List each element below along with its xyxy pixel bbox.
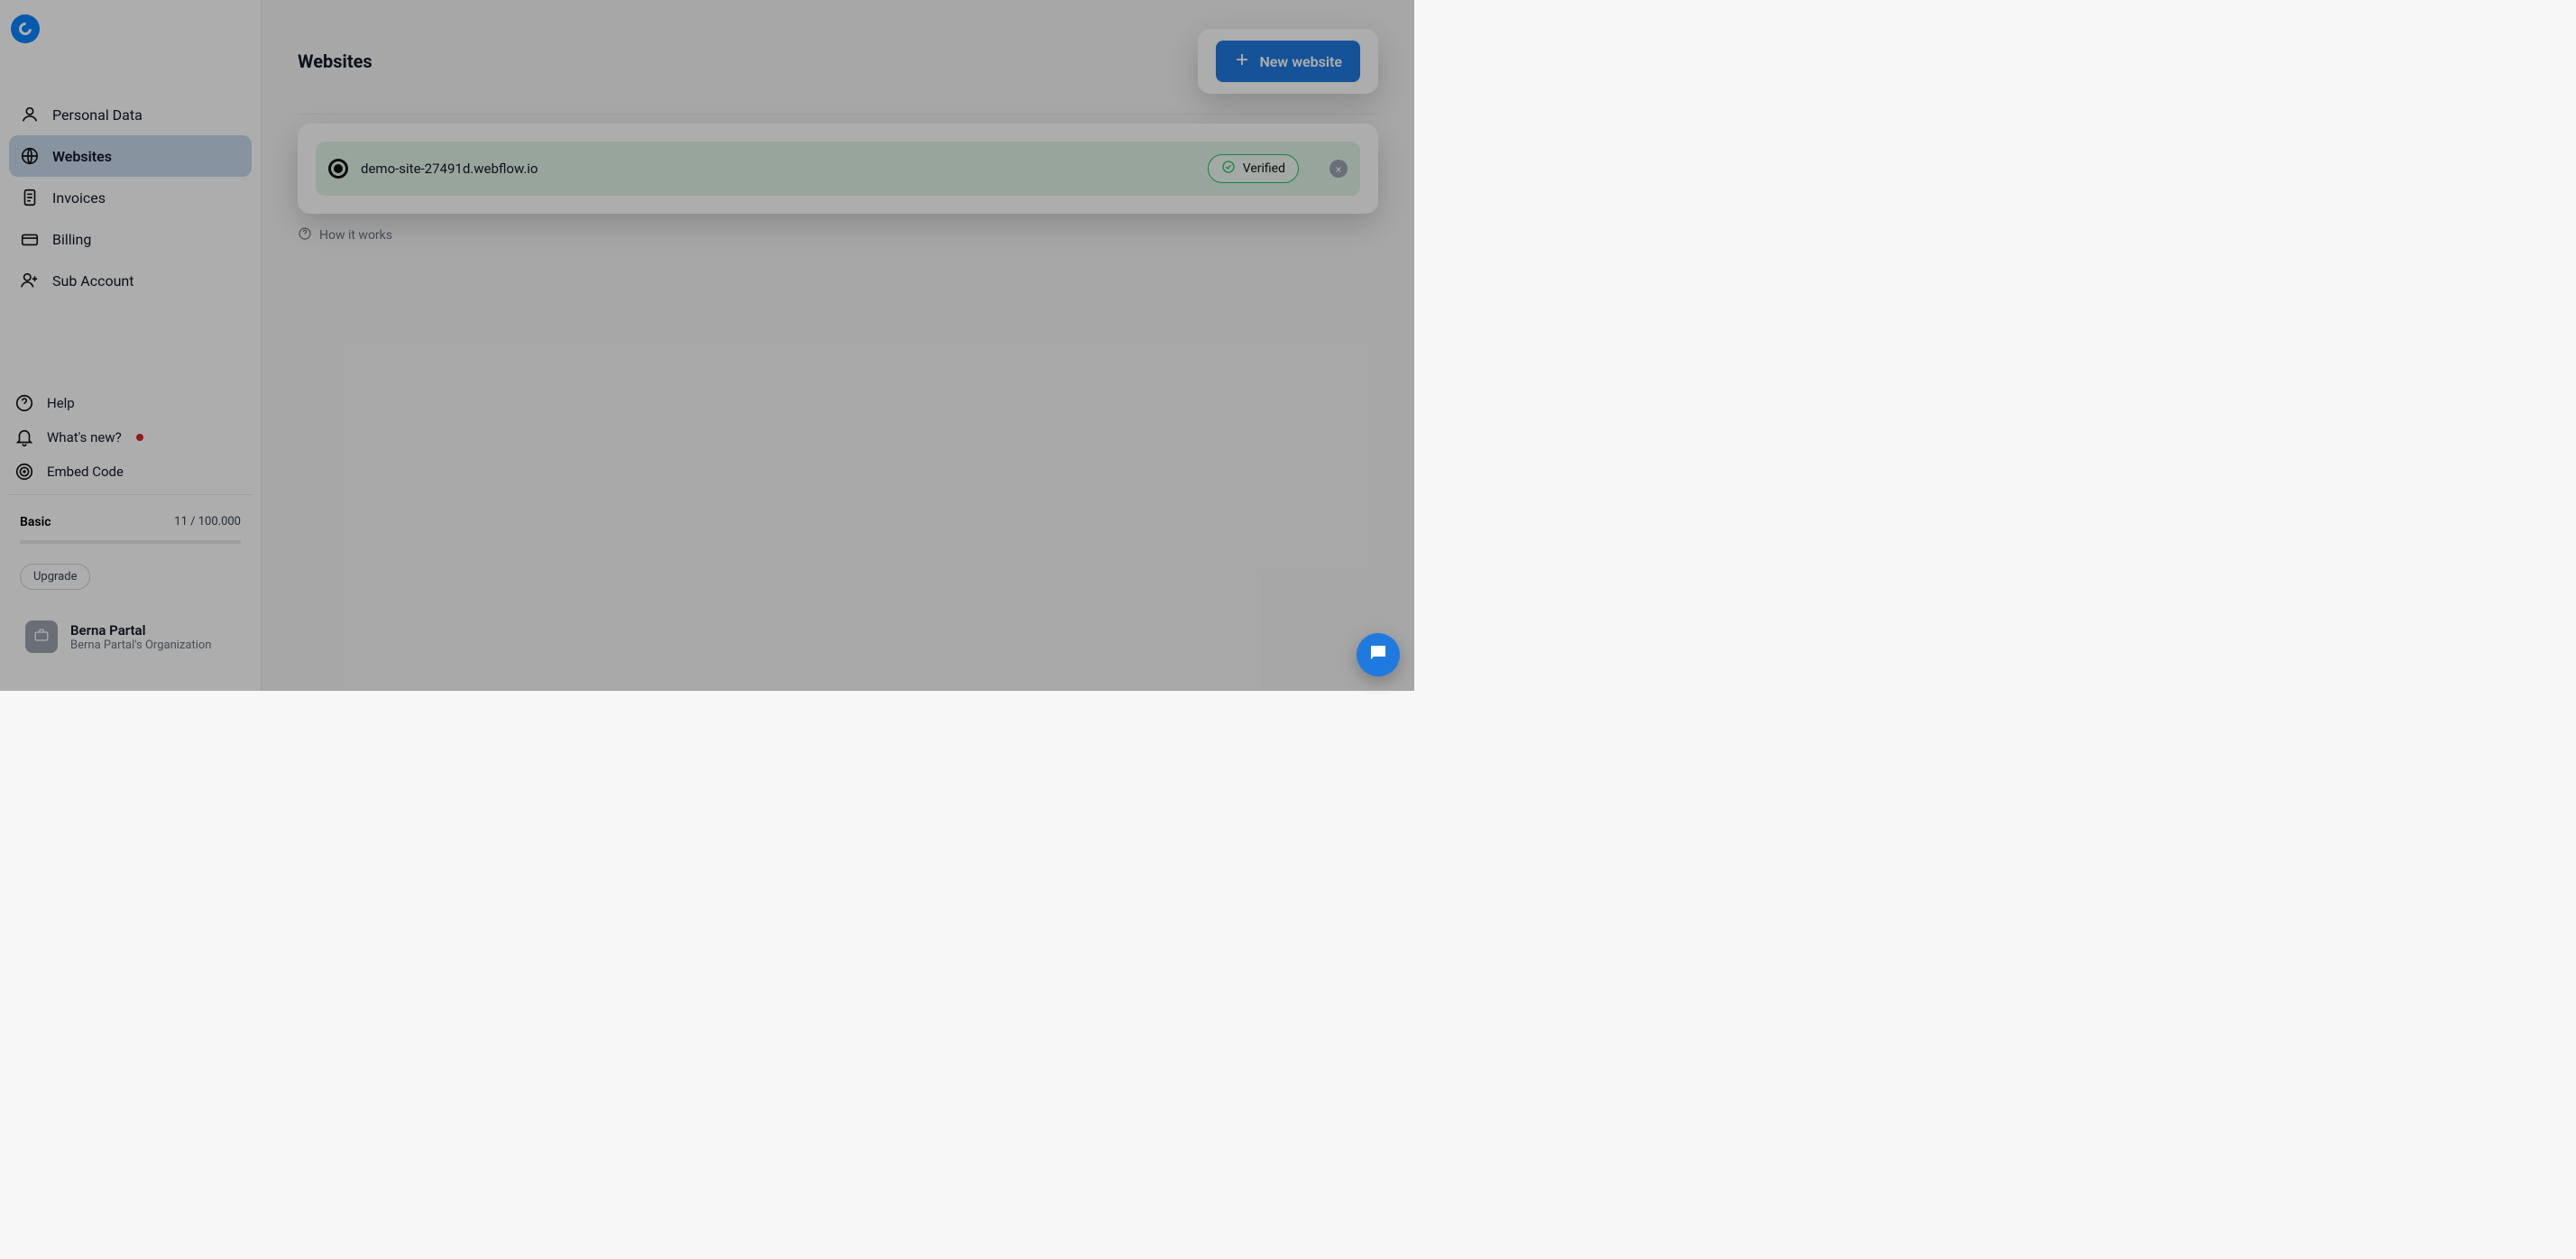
bell-icon [14,427,34,447]
main-header: Websites New website [298,29,1378,115]
help-icon [298,226,312,244]
main: Websites New website demo-site-27491d.we… [262,0,1414,691]
website-row[interactable]: demo-site-27491d.webflow.io Verified [316,142,1360,196]
plan-name: Basic [20,515,51,529]
nav-label: Embed Code [47,464,124,480]
nav-label: What's new? [47,429,122,446]
briefcase-icon [33,627,50,647]
user-name: Berna Partal [70,622,211,639]
usage-bar [20,540,241,544]
nav-label: Help [47,395,75,411]
nav-help[interactable]: Help [9,386,252,420]
nav-label: Websites [52,148,112,165]
upgrade-button[interactable]: Upgrade [20,564,90,590]
page-title: Websites [298,51,373,72]
globe-icon [328,159,348,179]
help-icon [14,393,34,413]
plan-usage: 11 / 100.000 [174,515,241,529]
person-add-icon [20,271,40,290]
nav-embed-code[interactable]: Embed Code [9,455,252,489]
user-org: Berna Partal's Organization [70,639,211,652]
website-card: demo-site-27491d.webflow.io Verified [298,124,1378,214]
button-label: New website [1259,53,1342,70]
user-block[interactable]: Berna Partal Berna Partal's Organization [9,601,252,673]
close-icon [1334,161,1343,178]
nav-personal-data[interactable]: Personal Data [9,94,252,135]
nav-label: Sub Account [52,272,133,289]
sidebar: Personal Data Websites Invoices Billing … [0,0,262,691]
plan-block: Basic 11 / 100.000 Upgrade [9,501,252,601]
nav-label: Invoices [52,189,106,207]
avatar [25,620,58,653]
website-url: demo-site-27491d.webflow.io [361,161,1195,177]
document-icon [20,188,40,207]
link-label: How it works [319,228,392,243]
check-circle-icon [1221,160,1236,178]
status-label: Verified [1243,161,1285,176]
nav-billing[interactable]: Billing [9,218,252,260]
person-icon [20,105,40,124]
new-website-highlight: New website [1198,29,1378,94]
delete-website-button[interactable] [1329,160,1348,178]
status-badge: Verified [1208,154,1299,183]
chat-icon [1367,642,1389,667]
globe-icon [20,146,40,166]
nav-invoices[interactable]: Invoices [9,177,252,218]
how-it-works-link[interactable]: How it works [298,226,392,244]
card-icon [20,229,40,249]
nav-label: Billing [52,231,91,248]
chat-widget[interactable] [1357,633,1400,676]
nav-label: Personal Data [52,106,143,124]
plus-icon [1234,51,1250,71]
nav-sub-account[interactable]: Sub Account [9,260,252,301]
nav-whats-new[interactable]: What's new? [9,420,252,455]
new-website-button[interactable]: New website [1216,41,1360,82]
main-nav: Personal Data Websites Invoices Billing … [0,58,261,301]
target-icon [14,462,34,482]
divider [9,494,252,495]
notification-dot [136,434,143,441]
nav-websites[interactable]: Websites [9,135,252,177]
logo[interactable] [0,0,261,58]
